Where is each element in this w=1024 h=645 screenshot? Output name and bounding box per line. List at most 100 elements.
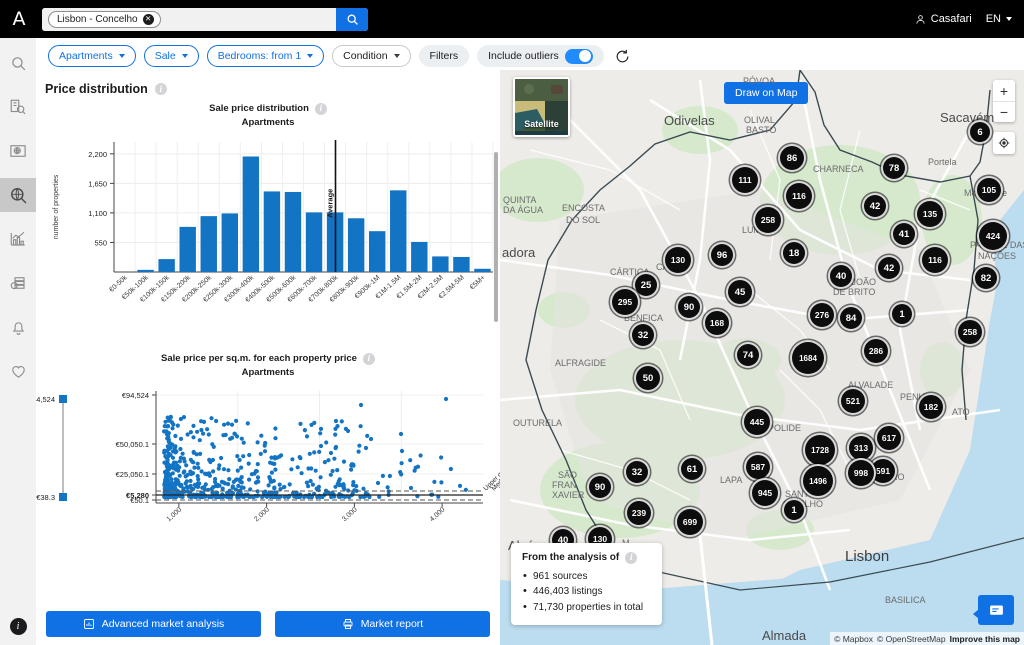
location-chip[interactable]: Lisbon - Concelho ✕ bbox=[48, 10, 161, 28]
map-cluster-marker[interactable]: 82 bbox=[973, 265, 999, 291]
filter-include-outliers[interactable]: Include outliers bbox=[477, 45, 604, 67]
account-menu[interactable]: Casafari bbox=[915, 13, 972, 25]
map-cluster-marker[interactable]: 1 bbox=[890, 302, 914, 326]
sidebar-item-valuation[interactable] bbox=[0, 266, 36, 300]
map-cluster-marker[interactable]: 74 bbox=[735, 342, 761, 368]
map-cluster-marker[interactable]: 295 bbox=[610, 287, 640, 317]
map-cluster-marker[interactable]: 42 bbox=[876, 255, 902, 281]
map-cluster-marker[interactable]: 182 bbox=[917, 393, 945, 421]
map-cluster-marker[interactable]: 111 bbox=[730, 165, 760, 195]
map-cluster-marker[interactable]: 105 bbox=[975, 176, 1003, 204]
info-icon[interactable]: i bbox=[154, 83, 167, 95]
zoom-in-button[interactable]: + bbox=[993, 80, 1015, 101]
info-icon[interactable]: i bbox=[362, 352, 375, 365]
scatter-point bbox=[307, 451, 312, 456]
sidebar-item-analytics[interactable] bbox=[0, 222, 36, 256]
histogram-bar bbox=[453, 256, 470, 272]
app-logo[interactable]: A bbox=[0, 0, 38, 38]
filter-transaction[interactable]: Sale bbox=[143, 45, 199, 67]
sidebar-item-properties[interactable] bbox=[0, 90, 36, 124]
map-cluster-marker[interactable]: 78 bbox=[881, 155, 907, 181]
scatter-point bbox=[338, 493, 343, 498]
advanced-market-analysis-button[interactable]: Advanced market analysis bbox=[46, 611, 261, 637]
sidebar-item-map[interactable] bbox=[0, 134, 36, 168]
map-cluster-marker[interactable]: 1728 bbox=[803, 433, 837, 467]
scatter-point bbox=[358, 424, 363, 429]
satellite-toggle[interactable]: Satellite bbox=[513, 77, 570, 137]
map-cluster-marker[interactable]: 18 bbox=[781, 240, 807, 266]
map-cluster-marker[interactable]: 6 bbox=[968, 120, 992, 144]
attribution-osm[interactable]: © OpenStreetMap bbox=[877, 634, 946, 644]
info-icon[interactable]: i bbox=[314, 102, 327, 115]
filter-bedrooms[interactable]: Bedrooms: from 1 bbox=[206, 45, 325, 67]
refresh-button[interactable] bbox=[612, 45, 634, 67]
locate-button[interactable] bbox=[993, 132, 1015, 154]
search-button[interactable] bbox=[336, 7, 368, 31]
map-cluster-marker[interactable]: 258 bbox=[753, 205, 783, 235]
map-cluster-marker[interactable]: 116 bbox=[920, 245, 950, 275]
map-cluster-marker[interactable]: 42 bbox=[862, 193, 888, 219]
sidebar-item-market-analysis[interactable] bbox=[0, 178, 36, 212]
map-cluster-marker[interactable]: 445 bbox=[742, 407, 772, 437]
map-cluster-marker[interactable]: 32 bbox=[630, 322, 656, 348]
include-outliers-toggle[interactable] bbox=[564, 48, 593, 64]
improve-map-link[interactable]: Improve this map bbox=[950, 634, 1020, 644]
draw-on-map-button[interactable]: Draw on Map bbox=[724, 82, 809, 104]
map-cluster-marker[interactable]: 86 bbox=[778, 144, 806, 172]
map-cluster-marker[interactable]: 424 bbox=[977, 220, 1009, 252]
advanced-market-analysis-label: Advanced market analysis bbox=[101, 618, 225, 630]
map-cluster-marker[interactable]: 135 bbox=[915, 199, 945, 229]
map-cluster-marker[interactable]: 239 bbox=[625, 499, 653, 527]
map-cluster-marker[interactable]: 61 bbox=[679, 456, 705, 482]
language-selector[interactable]: EN bbox=[986, 13, 1012, 25]
filter-more-filters[interactable]: Filters bbox=[418, 45, 470, 67]
map-cluster-marker[interactable]: 40 bbox=[828, 263, 854, 289]
sidebar-help[interactable]: i bbox=[0, 618, 36, 635]
map-cluster-marker[interactable]: 587 bbox=[744, 453, 772, 481]
map-cluster-marker[interactable]: 1684 bbox=[790, 340, 826, 376]
histogram-bar bbox=[179, 226, 196, 272]
map-cluster-marker[interactable]: 41 bbox=[891, 221, 917, 247]
map-cluster-marker[interactable]: 699 bbox=[675, 507, 705, 537]
map-cluster-marker[interactable]: 96 bbox=[709, 242, 735, 268]
map-cluster-marker[interactable]: 1 bbox=[782, 498, 806, 522]
filter-property-type[interactable]: Apartments bbox=[48, 45, 136, 67]
market-report-button[interactable]: Market report bbox=[275, 611, 490, 637]
map-cluster-marker[interactable]: 84 bbox=[838, 305, 864, 331]
attribution-mapbox[interactable]: © Mapbox bbox=[834, 634, 873, 644]
map-cluster-marker[interactable]: 1496 bbox=[801, 464, 835, 498]
chat-button[interactable] bbox=[973, 595, 1014, 625]
map-cluster-marker[interactable]: 90 bbox=[676, 294, 702, 320]
map-cluster-marker[interactable]: 90 bbox=[587, 474, 613, 500]
map-cluster-marker[interactable]: 116 bbox=[784, 181, 814, 211]
scatter-svg[interactable]: €94,524€50,050.1€25,050.1€5,280€50.1Uppe… bbox=[36, 385, 500, 575]
histogram-svg[interactable]: 5501,1001,6502,200Average€0-50k€50k-100k… bbox=[36, 134, 500, 339]
sidebar-item-alerts[interactable] bbox=[0, 310, 36, 344]
document-print-icon bbox=[343, 619, 353, 629]
map-cluster-marker[interactable]: 45 bbox=[726, 278, 754, 306]
map-view[interactable]: Satellite Draw on Map + − PÓVOA Odivelas O… bbox=[500, 70, 1024, 645]
map-cluster-marker[interactable]: 286 bbox=[862, 337, 890, 365]
scatter-point bbox=[199, 419, 204, 424]
map-cluster-marker[interactable]: 50 bbox=[634, 364, 662, 392]
map-cluster-marker[interactable]: 998 bbox=[846, 458, 876, 488]
sidebar-item-favourites[interactable] bbox=[0, 354, 36, 388]
map-cluster-marker[interactable]: 258 bbox=[956, 318, 984, 346]
sidebar-item-search[interactable] bbox=[0, 46, 36, 80]
map-cluster-marker[interactable]: 617 bbox=[875, 424, 903, 452]
map-cluster-marker[interactable]: 168 bbox=[703, 309, 731, 337]
scatter-point bbox=[173, 433, 178, 439]
zoom-out-button[interactable]: − bbox=[993, 101, 1015, 122]
scatter-point bbox=[183, 481, 188, 486]
map-cluster-marker[interactable]: 32 bbox=[624, 459, 650, 485]
close-icon[interactable]: ✕ bbox=[142, 13, 154, 25]
panel-scrollbar[interactable] bbox=[494, 152, 498, 322]
scatter-point bbox=[200, 485, 205, 490]
info-icon[interactable]: i bbox=[625, 551, 638, 564]
map-cluster-marker[interactable]: 130 bbox=[663, 245, 693, 275]
search-input[interactable]: Lisbon - Concelho ✕ bbox=[42, 7, 336, 31]
map-cluster-marker[interactable]: 276 bbox=[808, 301, 836, 329]
map-cluster-marker[interactable]: 521 bbox=[839, 387, 867, 415]
map-cluster-marker[interactable]: 945 bbox=[750, 478, 780, 508]
filter-condition[interactable]: Condition bbox=[332, 45, 411, 67]
